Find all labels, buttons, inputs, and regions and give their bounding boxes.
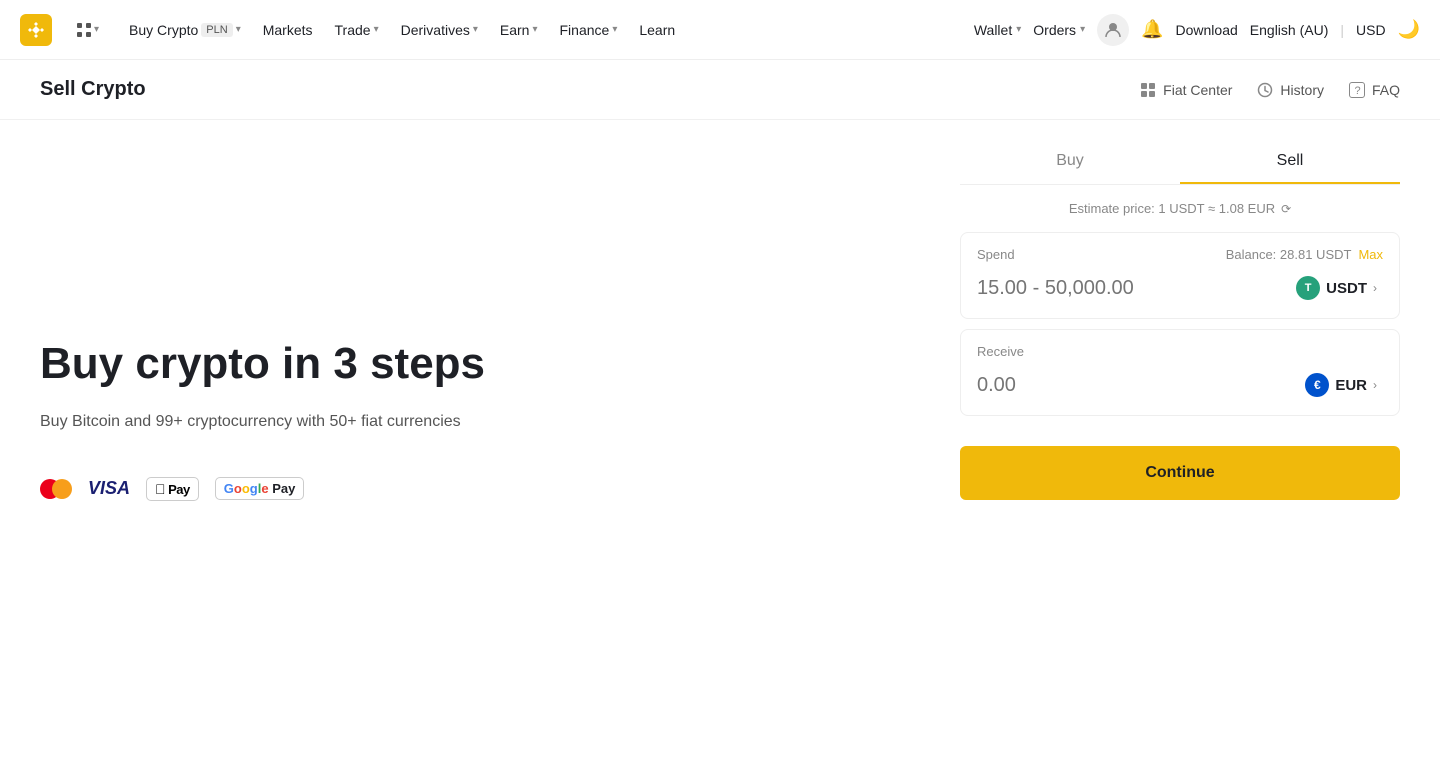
main-content: Buy crypto in 3 steps Buy Bitcoin and 99…	[0, 120, 1440, 763]
fiat-center-button[interactable]: Fiat Center	[1139, 81, 1232, 99]
spend-currency-selector[interactable]: T USDT ›	[1290, 272, 1383, 304]
usdt-icon: T	[1296, 276, 1320, 300]
nav-earn[interactable]: Earn ▾	[490, 16, 548, 44]
wallet-button[interactable]: Wallet ▾	[974, 22, 1021, 38]
estimate-price-row: Estimate price: 1 USDT ≈ 1.08 EUR ⟳	[960, 201, 1400, 216]
nav-learn[interactable]: Learn	[629, 16, 685, 44]
receive-currency-name: EUR	[1335, 377, 1367, 394]
hero-subtitle: Buy Bitcoin and 99+ cryptocurrency with …	[40, 410, 920, 434]
clock-icon	[1256, 81, 1274, 99]
trade-tabs: Buy Sell	[960, 140, 1400, 185]
trade-chevron: ▾	[374, 24, 379, 35]
currency-selector-nav[interactable]: USD	[1356, 22, 1386, 38]
spend-label: Spend	[977, 247, 1015, 262]
page-title: Sell Crypto	[40, 78, 146, 101]
tab-buy[interactable]: Buy	[960, 140, 1180, 184]
refresh-icon[interactable]: ⟳	[1281, 202, 1291, 216]
nav-derivatives[interactable]: Derivatives ▾	[391, 16, 488, 44]
orders-chevron: ▾	[1080, 24, 1085, 35]
receive-input[interactable]	[977, 374, 1299, 397]
receive-label: Receive	[977, 344, 1024, 359]
nav-links: Buy Crypto PLN ▾ Markets Trade ▾ Derivat…	[119, 16, 970, 44]
subheader-actions: Fiat Center History ? FAQ	[1139, 81, 1400, 99]
subheader: Sell Crypto Fiat Center History	[0, 60, 1440, 120]
spend-currency-chevron: ›	[1373, 281, 1377, 295]
visa-icon: VISA	[88, 474, 130, 504]
history-button[interactable]: History	[1256, 81, 1324, 99]
spend-balance: Balance: 28.81 USDT Max	[1226, 247, 1383, 262]
eur-icon: €	[1305, 373, 1329, 397]
estimate-price-text: Estimate price: 1 USDT ≈ 1.08 EUR	[1069, 201, 1275, 216]
theme-toggle[interactable]: 🌙	[1398, 19, 1420, 40]
spend-input-row: T USDT ›	[977, 272, 1383, 304]
question-icon: ?	[1348, 81, 1366, 99]
max-button[interactable]: Max	[1358, 247, 1383, 262]
locale-selector[interactable]: English (AU)	[1250, 22, 1329, 38]
payment-icons: VISA  Pay Google Pay	[40, 474, 920, 504]
spend-label-row: Spend Balance: 28.81 USDT Max	[977, 247, 1383, 262]
spend-currency-name: USDT	[1326, 280, 1367, 297]
profile-button[interactable]	[1097, 14, 1129, 46]
grid-menu-button[interactable]: ▾	[68, 18, 107, 42]
buy-crypto-chevron: ▾	[236, 24, 241, 35]
spend-field-container: Spend Balance: 28.81 USDT Max T USDT ›	[960, 232, 1400, 319]
applepay-icon:  Pay	[146, 474, 199, 504]
mastercard-icon	[40, 474, 72, 504]
finance-chevron: ▾	[612, 24, 617, 35]
logo[interactable]	[20, 14, 52, 46]
faq-button[interactable]: ? FAQ	[1348, 81, 1400, 99]
nav-buy-crypto[interactable]: Buy Crypto PLN ▾	[119, 16, 251, 44]
wallet-chevron: ▾	[1016, 24, 1021, 35]
receive-field-container: Receive € EUR ›	[960, 329, 1400, 416]
right-panel: Buy Sell Estimate price: 1 USDT ≈ 1.08 E…	[960, 120, 1400, 763]
receive-input-row: € EUR ›	[977, 369, 1383, 401]
continue-button[interactable]: Continue	[960, 446, 1400, 500]
grid-icon	[1139, 81, 1157, 99]
svg-text:?: ?	[1354, 85, 1360, 97]
pln-badge: PLN	[201, 23, 232, 37]
derivatives-chevron: ▾	[473, 24, 478, 35]
spend-input[interactable]	[977, 277, 1290, 300]
nav-markets[interactable]: Markets	[253, 16, 323, 44]
nav-finance[interactable]: Finance ▾	[550, 16, 628, 44]
receive-currency-selector[interactable]: € EUR ›	[1299, 369, 1383, 401]
tab-sell[interactable]: Sell	[1180, 140, 1400, 184]
receive-currency-chevron: ›	[1373, 378, 1377, 392]
locale-divider: |	[1340, 22, 1344, 38]
earn-chevron: ▾	[532, 24, 537, 35]
left-panel: Buy crypto in 3 steps Buy Bitcoin and 99…	[40, 120, 960, 763]
hero-title: Buy crypto in 3 steps	[40, 339, 920, 390]
notifications-button[interactable]: 🔔	[1141, 19, 1163, 40]
navbar: ▾ Buy Crypto PLN ▾ Markets Trade ▾ Deriv…	[0, 0, 1440, 60]
download-button[interactable]: Download	[1176, 22, 1238, 38]
googlepay-icon: Google Pay	[215, 474, 305, 504]
orders-button[interactable]: Orders ▾	[1033, 22, 1085, 38]
nav-right: Wallet ▾ Orders ▾ 🔔 Download English (AU…	[974, 14, 1420, 46]
receive-label-row: Receive	[977, 344, 1383, 359]
nav-trade[interactable]: Trade ▾	[325, 16, 389, 44]
